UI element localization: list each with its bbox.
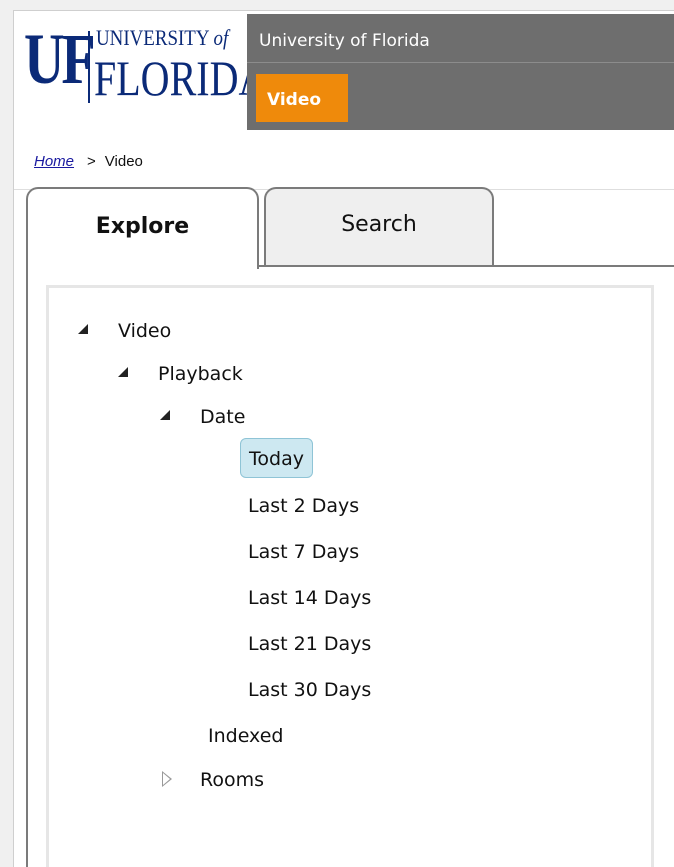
tab-explore[interactable]: Explore: [26, 187, 259, 269]
logo-florida-text: FLORIDA: [94, 50, 268, 106]
expanded-triangle-icon[interactable]: [78, 324, 92, 338]
page: UF UNIVERSITY of FLORIDA University of F…: [0, 0, 674, 867]
breadcrumb-separator: >: [87, 153, 96, 170]
logo-divider: [88, 31, 90, 103]
header-bar: University of Florida Video: [247, 14, 674, 130]
tree-node-last-21-days[interactable]: Last 21 Days: [248, 630, 371, 658]
explore-tree: [46, 285, 654, 867]
uf-logo[interactable]: UF UNIVERSITY of FLORIDA: [24, 19, 267, 115]
tree-node-last-30-days[interactable]: Last 30 Days: [248, 676, 371, 704]
tree-node-today[interactable]: Today: [240, 438, 313, 478]
logo-uf-text: UF: [24, 19, 96, 99]
tree-node-label: Playback: [158, 363, 243, 385]
expanded-triangle-icon[interactable]: [118, 367, 132, 381]
nav-tab-video[interactable]: Video: [256, 74, 348, 122]
tab-search[interactable]: Search: [264, 187, 494, 265]
logo-university-text: UNIVERSITY of: [96, 25, 229, 50]
header-divider: [247, 62, 674, 63]
tree-node-last-7-days[interactable]: Last 7 Days: [248, 538, 359, 566]
tree-node-last-2-days[interactable]: Last 2 Days: [248, 492, 359, 520]
site-name[interactable]: University of Florida: [259, 31, 430, 51]
collapsed-triangle-icon[interactable]: [162, 771, 176, 787]
tree-node-label: Video: [118, 320, 172, 342]
breadcrumb: Home > Video: [34, 153, 143, 170]
breadcrumb-home-link[interactable]: Home: [34, 153, 74, 170]
breadcrumb-current: Video: [104, 153, 143, 170]
tree-node-label: Rooms: [200, 769, 265, 791]
tree-node-indexed[interactable]: Indexed: [208, 722, 283, 750]
tree-node-label: Date: [200, 406, 246, 428]
tree-node-last-14-days[interactable]: Last 14 Days: [248, 584, 371, 612]
expanded-triangle-icon[interactable]: [160, 410, 174, 424]
